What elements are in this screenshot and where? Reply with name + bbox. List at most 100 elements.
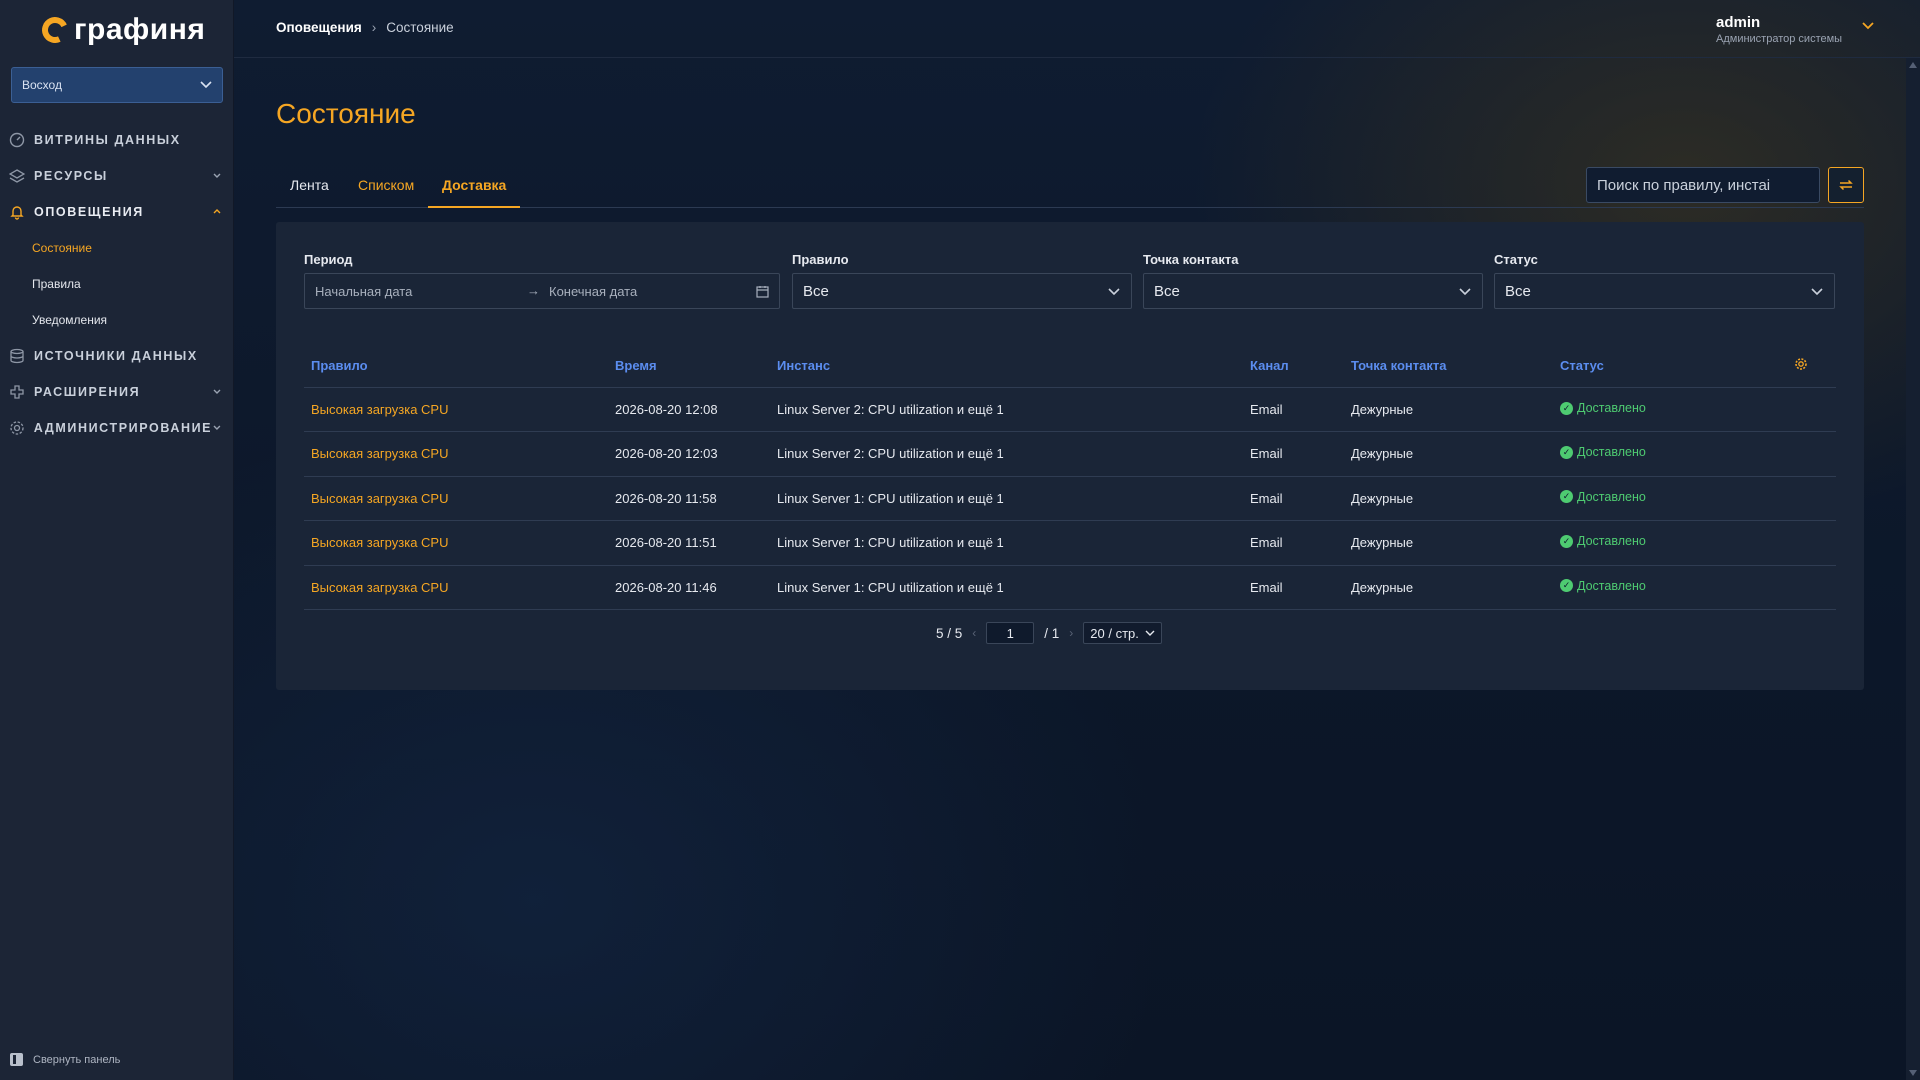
date-range-picker[interactable]: Начальная дата → Конечная дата <box>304 273 780 309</box>
sidebar-item-administration[interactable]: АДМИНИСТРИРОВАНИЕ <box>0 410 234 446</box>
column-header-contact[interactable]: Точка контакта <box>1351 358 1446 373</box>
page-title: Состояние <box>276 98 416 129</box>
column-header-instance[interactable]: Инстанс <box>777 358 830 373</box>
contact-label: Точка контакта <box>1143 252 1239 267</box>
chevron-down-icon <box>213 173 221 178</box>
breadcrumb-link-alerting[interactable]: Оповещения <box>276 20 362 35</box>
page-number-input[interactable]: 1 <box>986 622 1035 644</box>
instance-cell: Linux Server 1: CPU utilization и ещё 1 <box>777 579 1004 595</box>
table-row[interactable]: Высокая загрузка CPU 2026-08-20 11:46 Li… <box>304 566 1836 610</box>
layers-icon <box>8 167 26 185</box>
sidebar-item-plugins[interactable]: РАСШИРЕНИЯ <box>0 374 234 410</box>
end-date-input[interactable]: Конечная дата <box>549 284 637 299</box>
chevron-down-icon <box>200 81 212 89</box>
status-badge: ✓ Доставлено <box>1560 401 1646 415</box>
chevron-down-icon <box>1459 288 1471 296</box>
gauge-icon <box>8 131 26 149</box>
sidebar-subitem-label: Правила <box>32 277 81 291</box>
instance-cell: Linux Server 2: CPU utilization и ещё 1 <box>777 446 1004 462</box>
sidebar-item-label: РЕСУРСЫ <box>34 169 108 183</box>
sidebar: графиня Восход ВИТРИНЫ ДАННЫХ РЕСУРСЫ ОП… <box>0 0 234 1080</box>
sidebar-item-label: ИСТОЧНИКИ ДАННЫХ <box>34 349 198 363</box>
period-label: Период <box>304 252 353 267</box>
rule-select[interactable]: Все <box>792 273 1132 309</box>
calendar-icon <box>756 286 769 298</box>
delivery-panel: Период Начальная дата → Конечная дата Пр… <box>276 222 1864 690</box>
rule-link[interactable]: Высокая загрузка CPU <box>311 446 448 461</box>
sidebar-subitem-rules[interactable]: Правила <box>0 266 234 302</box>
status-text: Доставлено <box>1577 489 1646 504</box>
column-header-rule[interactable]: Правило <box>311 358 368 373</box>
contact-cell: Дежурные <box>1351 490 1414 506</box>
database-icon <box>8 347 26 365</box>
breadcrumb: Оповещения › Состояние <box>276 20 454 35</box>
status-text: Доставлено <box>1577 534 1646 549</box>
plug-icon <box>8 383 26 401</box>
logo-text: графиня <box>74 13 206 46</box>
refresh-button[interactable] <box>1828 167 1864 203</box>
vertical-scrollbar[interactable] <box>1906 58 1920 1080</box>
sidebar-item-datasources[interactable]: ИСТОЧНИКИ ДАННЫХ <box>0 338 234 374</box>
collapse-panel-button[interactable]: Свернуть панель <box>10 1053 120 1066</box>
chevron-up-icon <box>213 209 221 214</box>
sidebar-subitem-state[interactable]: Состояние <box>0 230 234 266</box>
table-row[interactable]: Высокая загрузка CPU 2026-08-20 12:03 Li… <box>304 432 1836 477</box>
sidebar-item-alerting[interactable]: ОПОВЕЩЕНИЯ <box>0 194 234 230</box>
next-page-button[interactable]: › <box>1069 626 1073 640</box>
table-row[interactable]: Высокая загрузка CPU 2026-08-20 11:51 Li… <box>304 521 1836 566</box>
start-date-input[interactable]: Начальная дата <box>315 284 412 299</box>
contact-select-value: Все <box>1154 282 1180 300</box>
sidebar-item-dashboards[interactable]: ВИТРИНЫ ДАННЫХ <box>0 122 234 158</box>
prev-page-button[interactable]: ‹ <box>972 626 976 640</box>
status-badge: ✓ Доставлено <box>1560 534 1646 548</box>
table-row[interactable]: Высокая загрузка CPU 2026-08-20 12:08 Li… <box>304 388 1836 433</box>
chevron-down-icon[interactable] <box>1862 22 1874 30</box>
column-header-status[interactable]: Статус <box>1560 358 1604 373</box>
search-placeholder: Поиск по правилу, инстаі <box>1597 176 1771 194</box>
logo[interactable]: графиня <box>38 13 206 47</box>
status-label: Статус <box>1494 252 1538 267</box>
tab-feed[interactable]: Лента <box>276 170 343 208</box>
org-select-value: Восход <box>22 78 62 92</box>
sidebar-item-label: РАСШИРЕНИЯ <box>34 385 141 399</box>
instance-cell: Linux Server 2: CPU utilization и ещё 1 <box>777 402 1004 417</box>
instance-cell: Linux Server 1: CPU utilization и ещё 1 <box>777 535 1004 551</box>
org-select[interactable]: Восход <box>11 67 223 103</box>
channel-cell: Email <box>1250 579 1283 595</box>
channel-cell: Email <box>1250 490 1283 506</box>
status-select[interactable]: Все <box>1494 273 1835 309</box>
pagination-total: 5 / 5 <box>936 625 963 641</box>
pagination: 5 / 5 ‹ 1 / 1 › 20 / стр. <box>936 622 1162 644</box>
column-settings-button[interactable] <box>1794 357 1808 374</box>
logo-icon <box>38 13 72 47</box>
column-header-time[interactable]: Время <box>615 358 657 373</box>
contact-cell: Дежурные <box>1351 579 1414 595</box>
user-name: admin <box>1716 14 1761 31</box>
page-size-select[interactable]: 20 / стр. <box>1083 622 1162 644</box>
rule-link[interactable]: Высокая загрузка CPU <box>311 535 448 550</box>
bell-icon <box>8 203 26 221</box>
check-circle-icon: ✓ <box>1560 579 1573 593</box>
rule-link[interactable]: Высокая загрузка CPU <box>311 402 448 417</box>
refresh-icon <box>1839 179 1853 191</box>
rule-link[interactable]: Высокая загрузка CPU <box>311 580 448 595</box>
time-cell: 2026-08-20 12:08 <box>615 402 718 417</box>
time-cell: 2026-08-20 11:46 <box>615 579 717 595</box>
tab-delivery[interactable]: Доставка <box>428 170 521 208</box>
contact-select[interactable]: Все <box>1143 273 1483 309</box>
table-row[interactable]: Высокая загрузка CPU 2026-08-20 11:58 Li… <box>304 477 1836 522</box>
tab-list[interactable]: Списком <box>344 170 428 208</box>
page-size-value: 20 / стр. <box>1090 625 1139 641</box>
scroll-down-arrow-icon[interactable] <box>1909 1070 1917 1076</box>
gear-icon <box>1795 358 1807 370</box>
column-header-channel[interactable]: Канал <box>1250 358 1289 373</box>
status-badge: ✓ Доставлено <box>1560 445 1646 459</box>
sidebar-item-resources[interactable]: РЕСУРСЫ <box>0 158 234 194</box>
sidebar-subitem-notifications[interactable]: Уведомления <box>0 302 234 338</box>
scroll-up-arrow-icon[interactable] <box>1909 62 1917 68</box>
rule-link[interactable]: Высокая загрузка CPU <box>311 491 448 506</box>
time-cell: 2026-08-20 11:58 <box>615 490 717 506</box>
search-input[interactable]: Поиск по правилу, инстаі <box>1586 167 1820 203</box>
time-cell: 2026-08-20 11:51 <box>615 535 717 551</box>
user-menu[interactable]: admin Администратор системы <box>1716 14 1842 45</box>
